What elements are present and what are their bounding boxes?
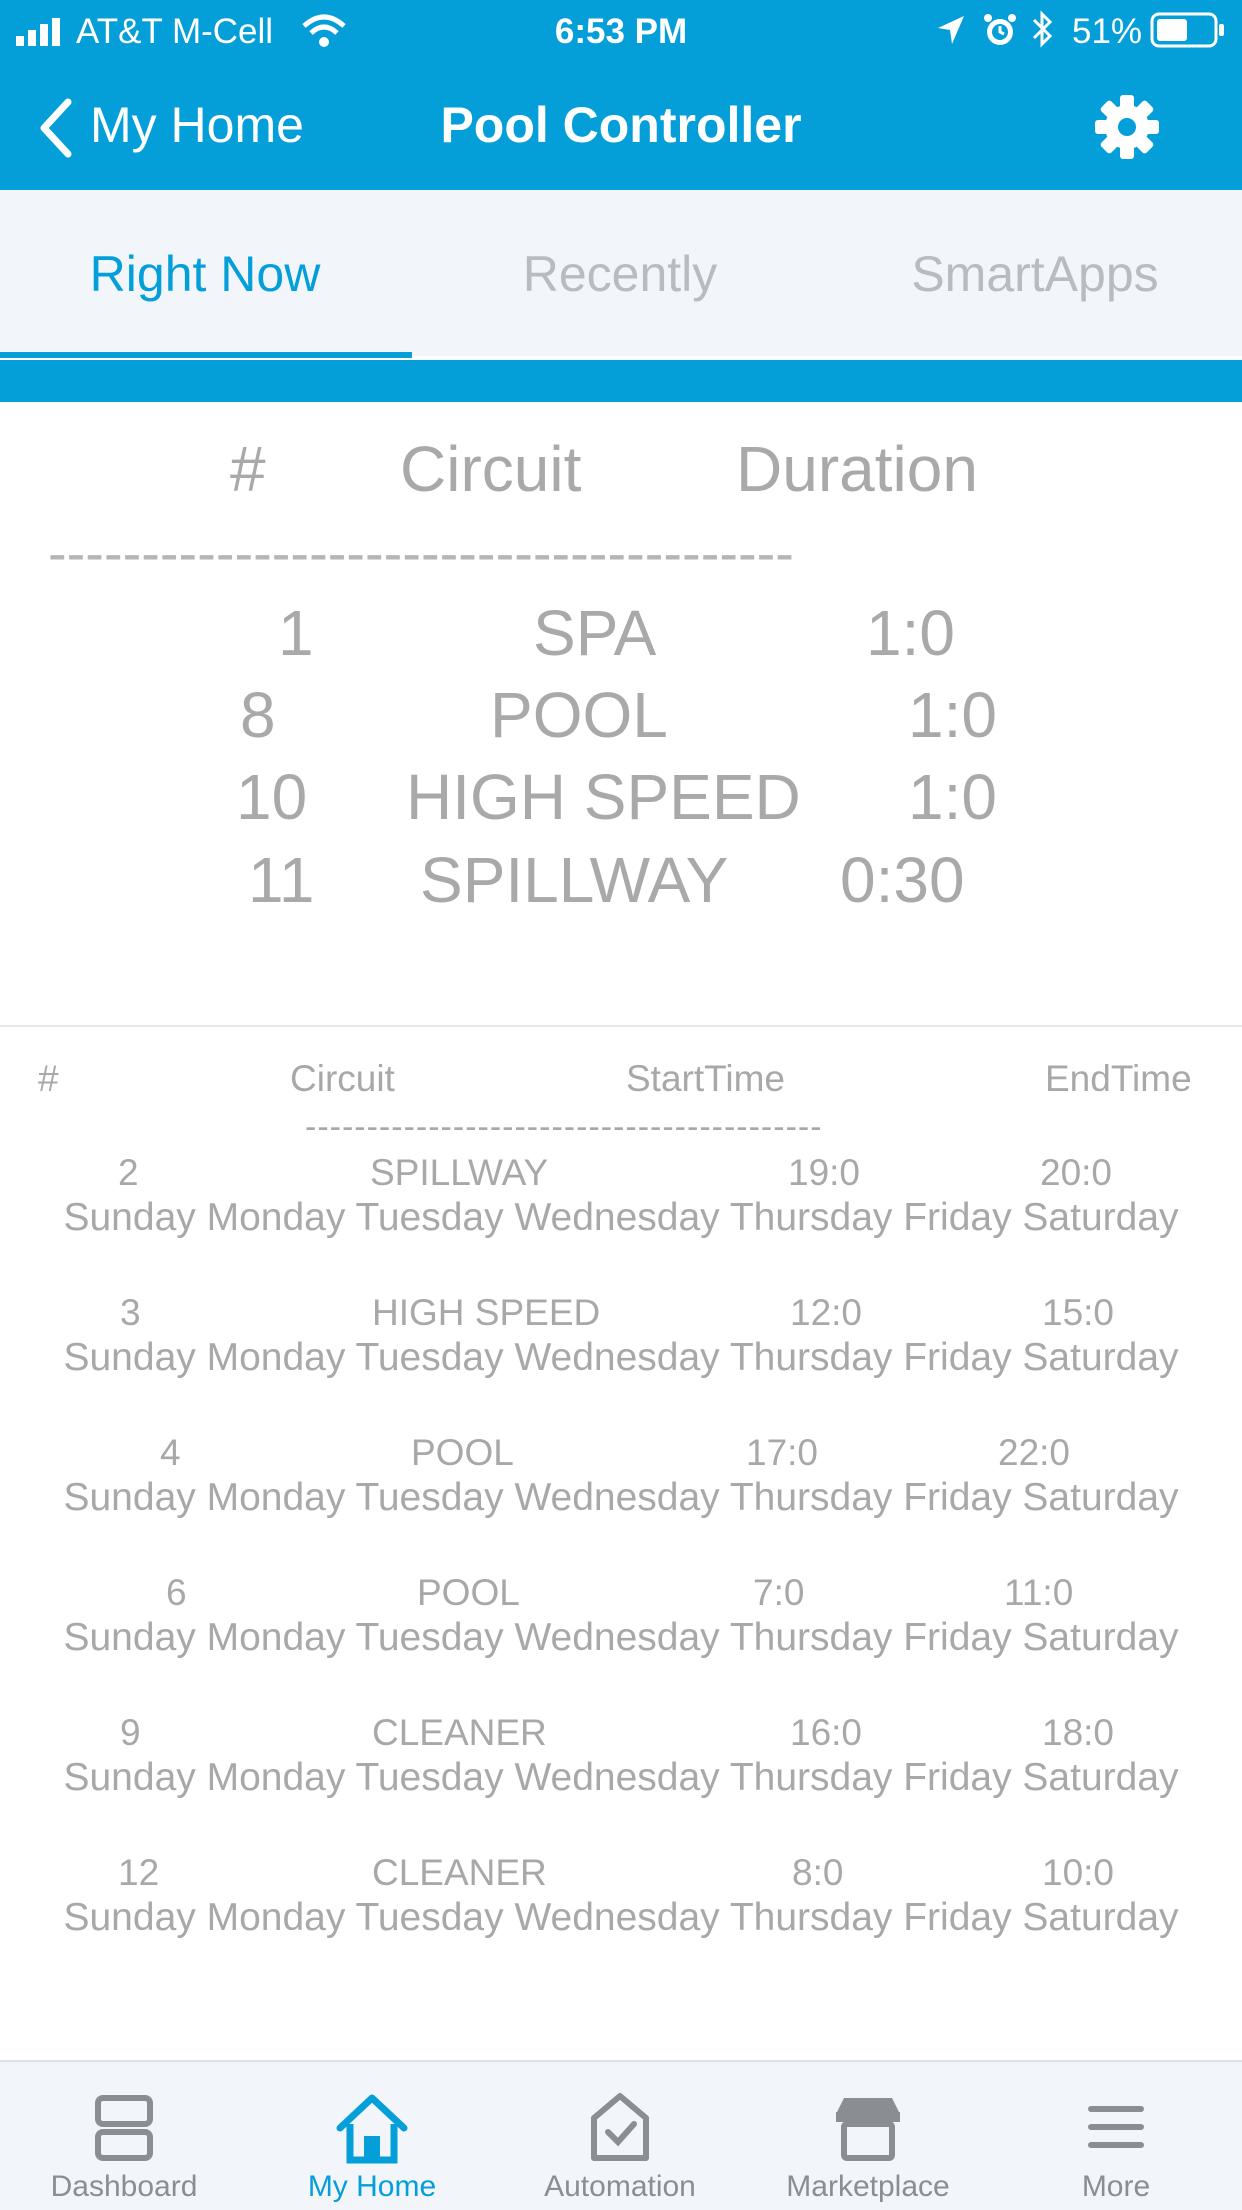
- circuit-number: 8: [240, 679, 276, 751]
- circuit-number: 11: [248, 844, 315, 916]
- schedule-start: 17:0: [746, 1432, 819, 1473]
- home-icon: [336, 2094, 408, 2164]
- schedule-days: Sunday Monday Tuesday Wednesday Thursday…: [63, 1756, 1179, 1799]
- schedule-days: Sunday Monday Tuesday Wednesday Thursday…: [63, 1196, 1179, 1239]
- tab-bar: Right Now Recently SmartApps: [0, 190, 1242, 358]
- gear-icon[interactable]: [1094, 94, 1160, 160]
- top-bar: AT&T M-Cell 6:53 PM 51% My Home Pool Con…: [0, 0, 1242, 190]
- tab-right-now[interactable]: Right Now: [40, 245, 370, 303]
- column-header-circuit: Circuit: [400, 433, 582, 505]
- schedule-end: 15:0: [1042, 1292, 1115, 1333]
- divider: ----------------------------------------…: [305, 1108, 823, 1146]
- device-tile-header: [0, 360, 1242, 402]
- tab-recently[interactable]: Recently: [470, 245, 770, 303]
- schedule-start: 8:0: [792, 1852, 844, 1893]
- schedule-days: Sunday Monday Tuesday Wednesday Thursday…: [63, 1476, 1179, 1519]
- menu-icon: [1088, 2106, 1144, 2148]
- alarm-icon: [984, 14, 1016, 45]
- schedule-start: 12:0: [790, 1292, 863, 1333]
- circuit-name: SPILLWAY: [420, 844, 729, 916]
- bluetooth-icon: [1032, 10, 1053, 48]
- tab-smartapps[interactable]: SmartApps: [870, 245, 1200, 303]
- battery-icon: [1150, 12, 1224, 48]
- active-tab-indicator: [0, 352, 412, 358]
- schedule-header-start: StartTime: [626, 1058, 785, 1099]
- schedule-start: 16:0: [790, 1712, 863, 1753]
- nav-label: My Home: [307, 2170, 437, 2203]
- marketplace-icon: [836, 2098, 900, 2161]
- schedule-circuit: CLEANER: [372, 1852, 547, 1893]
- nav-automation[interactable]: Automation: [496, 2062, 744, 2210]
- nav-label: Dashboard: [50, 2170, 198, 2203]
- circuit-duration: 1:0: [866, 597, 955, 669]
- schedule-circuit: POOL: [411, 1432, 514, 1473]
- bottom-nav: Dashboard My Home Automation Marketplace…: [0, 2060, 1242, 2210]
- schedule-header-end: EndTime: [1045, 1058, 1192, 1099]
- schedule-number: 12: [118, 1852, 160, 1893]
- nav-more[interactable]: More: [992, 2062, 1240, 2210]
- page-title: Pool Controller: [440, 97, 802, 153]
- circuit-name: HIGH SPEED: [406, 761, 801, 833]
- nav-label: Automation: [544, 2170, 696, 2203]
- schedule-header-circuit: Circuit: [290, 1058, 395, 1099]
- schedule-number: 9: [120, 1712, 141, 1753]
- circuit-number: 1: [278, 597, 314, 669]
- schedule-number: 3: [120, 1292, 141, 1333]
- battery-percent: 51%: [1072, 12, 1143, 51]
- dashboard-icon: [95, 2095, 153, 2161]
- schedule-days: Sunday Monday Tuesday Wednesday Thursday…: [63, 1336, 1179, 1379]
- nav-marketplace[interactable]: Marketplace: [744, 2062, 992, 2210]
- schedule-circuit: HIGH SPEED: [372, 1292, 601, 1333]
- nav-dashboard[interactable]: Dashboard: [0, 2062, 248, 2210]
- schedule-start: 7:0: [753, 1572, 805, 1613]
- circuit-name: SPA: [533, 597, 657, 669]
- circuit-name: POOL: [490, 679, 668, 751]
- nav-label: More: [1081, 2170, 1151, 2203]
- schedule-days: Sunday Monday Tuesday Wednesday Thursday…: [63, 1616, 1179, 1659]
- schedule-header-number: #: [38, 1058, 59, 1099]
- location-arrow-icon: [938, 16, 964, 44]
- automation-icon: [591, 2093, 649, 2161]
- schedule-end: 11:0: [1004, 1572, 1074, 1613]
- schedule-days: Sunday Monday Tuesday Wednesday Thursday…: [63, 1896, 1179, 1939]
- nav-my-home[interactable]: My Home: [248, 2062, 496, 2210]
- column-header-duration: Duration: [736, 433, 978, 505]
- circuit-number: 10: [236, 761, 308, 833]
- circuit-duration: 0:30: [840, 844, 965, 916]
- schedule-circuit: CLEANER: [372, 1712, 547, 1753]
- circuit-duration: 1:0: [908, 679, 997, 751]
- column-header-number: #: [230, 433, 266, 505]
- schedule-circuit: POOL: [417, 1572, 520, 1613]
- schedule-end: 10:0: [1042, 1852, 1115, 1893]
- circuit-duration: 1:0: [908, 761, 997, 833]
- schedule-number: 2: [118, 1152, 139, 1193]
- schedule-number: 6: [166, 1572, 187, 1613]
- schedule-start: 19:0: [788, 1152, 861, 1193]
- divider: ----------------------------------------: [48, 521, 794, 584]
- divider: [0, 1025, 1242, 1027]
- schedule-circuit: SPILLWAY: [370, 1152, 549, 1193]
- nav-label: Marketplace: [786, 2170, 950, 2203]
- schedule-number: 4: [160, 1432, 181, 1473]
- schedule-end: 18:0: [1042, 1712, 1115, 1753]
- schedule-end: 20:0: [1040, 1152, 1113, 1193]
- schedule-end: 22:0: [998, 1432, 1071, 1473]
